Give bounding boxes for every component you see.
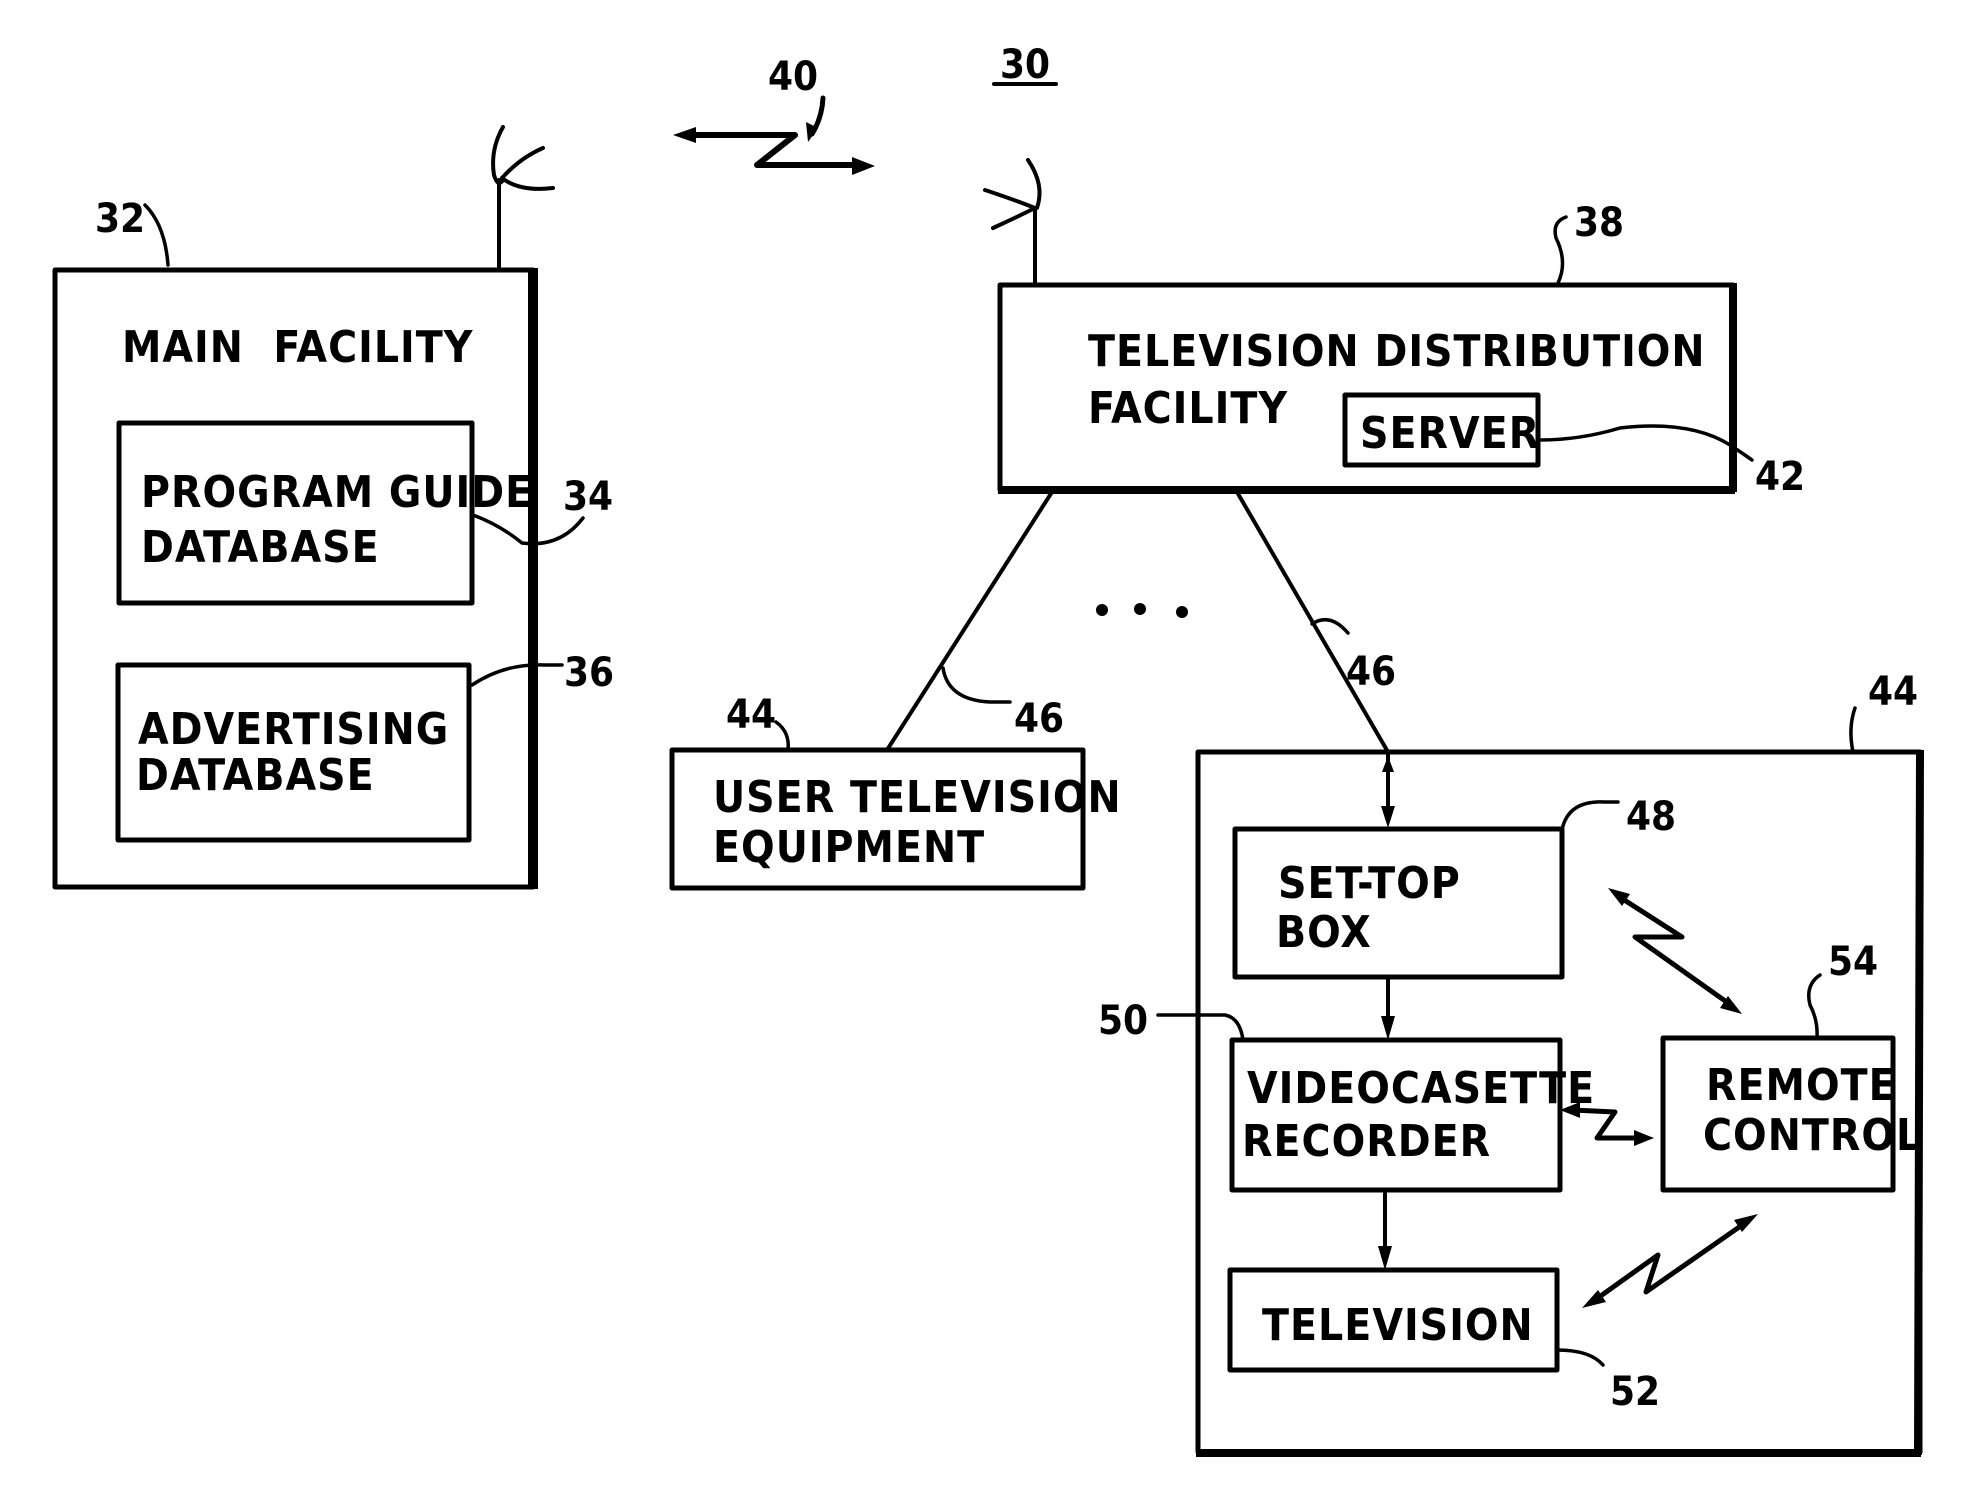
- user-equipment-detail-shadow-edge: [1914, 749, 1924, 1456]
- communication-path-left-leader: [941, 666, 1012, 704]
- user-equipment-detail-ref: 44: [1868, 669, 1918, 715]
- set-top-box-line2: BOX: [1276, 907, 1372, 958]
- main-facility-leader: [143, 203, 170, 267]
- remote-control-ref: 54: [1828, 939, 1878, 985]
- figure-reference-number: 30: [1000, 42, 1050, 88]
- main-facility-ref: 32: [95, 196, 145, 242]
- link-reference-label: 40: [768, 54, 818, 100]
- program-guide-database-ref: 34: [563, 474, 613, 520]
- user-equipment-simple-line2: EQUIPMENT: [713, 822, 985, 873]
- communication-path-left-ref: 46: [1014, 696, 1064, 742]
- main-facility-title: MAIN FACILITY: [122, 322, 474, 373]
- vcr-ref: 50: [1098, 998, 1148, 1044]
- program-guide-database-line2: DATABASE: [141, 522, 380, 573]
- vcr-line1: VIDEOCASETTE: [1247, 1063, 1595, 1114]
- distribution-facility-line1: TELEVISION DISTRIBUTION: [1088, 326, 1706, 377]
- set-top-box-line1: SET-TOP: [1278, 858, 1461, 909]
- remote-control-line1: REMOTE: [1706, 1060, 1897, 1111]
- more-equipment-ellipsis: [1096, 603, 1188, 618]
- advertising-database-line2: DATABASE: [136, 750, 375, 801]
- vcr-line2: RECORDER: [1242, 1116, 1491, 1167]
- wireless-link-icon: [673, 95, 875, 175]
- advertising-database-line1: ADVERTISING: [138, 704, 449, 755]
- distribution-facility-antenna-icon: [983, 158, 1042, 285]
- user-equipment-simple-line1: USER TELEVISION: [713, 772, 1122, 823]
- remote-control-line2: CONTROL: [1703, 1110, 1922, 1161]
- distribution-facility-ref: 38: [1574, 200, 1624, 246]
- user-equipment-simple-ref: 44: [726, 692, 776, 738]
- communication-path-right-ref: 46: [1346, 649, 1396, 695]
- user-equipment-simple-leader: [774, 720, 790, 752]
- advertising-database-ref: 36: [564, 650, 614, 696]
- television-ref: 52: [1610, 1369, 1660, 1415]
- server-ref: 42: [1755, 454, 1805, 500]
- program-guide-database-line1: PROGRAM GUIDE: [141, 467, 533, 518]
- main-facility-antenna-icon: [491, 125, 555, 272]
- television-label: TELEVISION: [1262, 1300, 1534, 1351]
- patent-figure: 30 40 32 MAIN FACILITY PROGRAM GUIDE DAT…: [52, 42, 1924, 1457]
- distribution-facility-line2: FACILITY: [1088, 383, 1288, 434]
- user-equipment-detail-leader: [1849, 706, 1857, 754]
- distribution-facility-leader: [1553, 215, 1568, 285]
- set-top-box-ref: 48: [1626, 794, 1676, 840]
- server-label: SERVER: [1360, 408, 1540, 459]
